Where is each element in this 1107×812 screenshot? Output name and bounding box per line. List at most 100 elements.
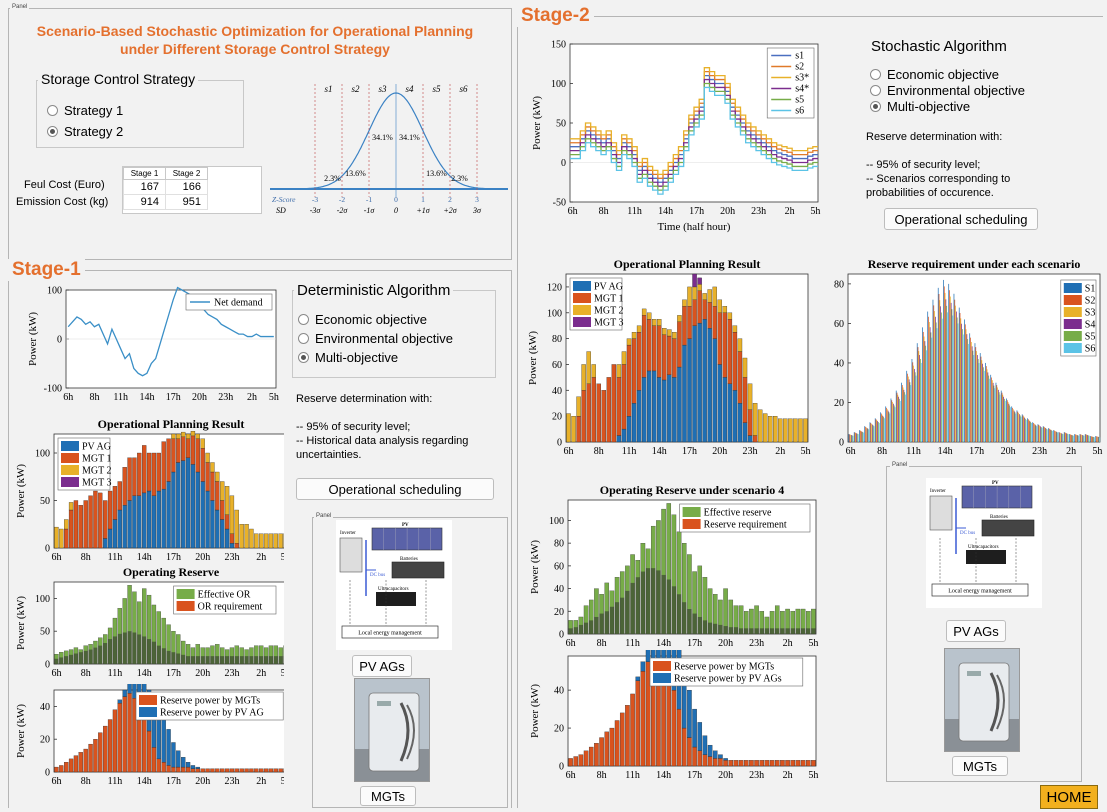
- bar: [891, 400, 893, 442]
- bar: [896, 392, 898, 442]
- strategy-2-radio[interactable]: Strategy 2: [47, 124, 123, 139]
- s1-operational-scheduling-button[interactable]: Operational scheduling: [296, 478, 494, 500]
- bar: [1062, 434, 1064, 442]
- x-tick-label: 6h: [566, 770, 576, 781]
- turbine-badge: [377, 701, 391, 706]
- s1-environmental-radio[interactable]: Environmental objective: [298, 331, 453, 346]
- bar: [987, 372, 989, 442]
- bar: [1019, 415, 1021, 442]
- y-tick-label: 20: [40, 735, 50, 746]
- home-button[interactable]: HOME: [1040, 785, 1098, 809]
- bar: [215, 768, 220, 773]
- bar: [1030, 422, 1032, 442]
- x-tick-label: 23h: [743, 446, 758, 457]
- y-tick-label: 40: [554, 584, 564, 595]
- y-tick-label: 0: [45, 660, 50, 671]
- bar: [978, 362, 980, 442]
- bar: [205, 462, 210, 492]
- bar: [88, 743, 93, 773]
- strategy-1-radio[interactable]: Strategy 1: [47, 103, 123, 118]
- bar: [985, 366, 987, 442]
- bar: [1073, 435, 1074, 442]
- bar: [641, 377, 647, 443]
- s2-environmental-label: Environmental objective: [887, 83, 1026, 98]
- bar: [948, 283, 950, 442]
- x-tick-label: 6h: [51, 552, 61, 563]
- s2-economic-label: Economic objective: [887, 67, 999, 82]
- bar: [932, 299, 934, 442]
- s2-operational-scheduling-button[interactable]: Operational scheduling: [884, 208, 1038, 230]
- s2-multi-objective-label: Multi-objective: [887, 99, 971, 114]
- bar: [707, 328, 712, 443]
- bar: [697, 284, 702, 291]
- bar: [616, 377, 622, 436]
- z-tick: 1: [421, 195, 425, 204]
- bar: [635, 577, 640, 634]
- x-tick-label: 6h: [51, 776, 61, 787]
- x-tick-label: 20h: [718, 638, 733, 649]
- y-tick-label: 60: [554, 561, 564, 572]
- bar: [936, 328, 938, 442]
- s2-reserve-text: Reserve determination with: -- 95% of se…: [866, 131, 1011, 199]
- x-tick-label: 2h: [256, 668, 266, 679]
- bar: [1011, 406, 1013, 442]
- s2-multi-objective-radio[interactable]: Multi-objective: [870, 99, 970, 114]
- y-tick-label: 0: [45, 544, 50, 555]
- bar: [1043, 426, 1045, 442]
- percent-label: 13.6%: [345, 169, 366, 178]
- s2-economic-radio[interactable]: Economic objective: [870, 67, 999, 82]
- bar: [93, 490, 98, 549]
- bar: [849, 434, 851, 442]
- x-tick-label: 20h: [195, 552, 210, 563]
- x-tick-label: 2h: [256, 776, 266, 787]
- sd-tick: +1σ: [416, 206, 430, 215]
- bar: [1032, 422, 1034, 442]
- bar: [166, 650, 171, 664]
- bar: [702, 754, 708, 767]
- y-tick-label: -50: [553, 198, 566, 209]
- bar: [98, 732, 103, 773]
- sd-tick: -2σ: [337, 206, 349, 215]
- scenario-label: s5: [432, 84, 441, 94]
- bar: [997, 387, 998, 442]
- bar: [93, 647, 98, 664]
- bar: [640, 671, 646, 767]
- bar: [176, 766, 181, 773]
- bar: [185, 457, 191, 549]
- bar: [1071, 435, 1073, 442]
- s1-multi-objective-radio[interactable]: Multi-objective: [298, 350, 398, 365]
- bar: [922, 331, 924, 442]
- legend-label: Reserve power by PV AGs: [674, 674, 782, 685]
- bar: [1021, 414, 1023, 442]
- s1-economic-radio[interactable]: Economic objective: [298, 312, 427, 327]
- bar: [127, 500, 132, 549]
- bar: [1031, 423, 1032, 442]
- legend-label: S6: [1085, 344, 1096, 355]
- scenario-label: s4: [405, 84, 414, 94]
- table-header-row: Stage 1 Stage 2: [123, 167, 208, 180]
- bar: [621, 351, 627, 365]
- bar: [581, 364, 586, 391]
- legend-label: Reserve requirement: [704, 520, 787, 531]
- s2-environmental-radio[interactable]: Environmental objective: [870, 83, 1025, 98]
- inverter-box: [339, 537, 363, 573]
- bar: [1080, 434, 1082, 442]
- percent-label: 34.1%: [372, 133, 393, 142]
- bar: [1054, 430, 1055, 442]
- x-tick-label: 5h: [808, 638, 818, 649]
- bar: [64, 762, 69, 773]
- bar: [185, 433, 191, 439]
- bar: [1095, 436, 1097, 442]
- bar: [718, 758, 723, 767]
- bar: [264, 656, 269, 664]
- bar: [278, 656, 283, 664]
- chart-s2-reserve-requirement: Reserve requirement under each scenario 0…: [834, 257, 1102, 457]
- bar: [1048, 428, 1049, 442]
- bar: [662, 334, 667, 381]
- bar: [1018, 412, 1019, 442]
- bar: [934, 311, 935, 442]
- bar: [852, 435, 854, 442]
- bar: [718, 624, 723, 634]
- chart-s1-net-demand: Power (kW) -100 0 100 6h 8h 11h 14h 17h 20h 23h 2h 5…: [27, 286, 279, 401]
- bar: [872, 424, 873, 442]
